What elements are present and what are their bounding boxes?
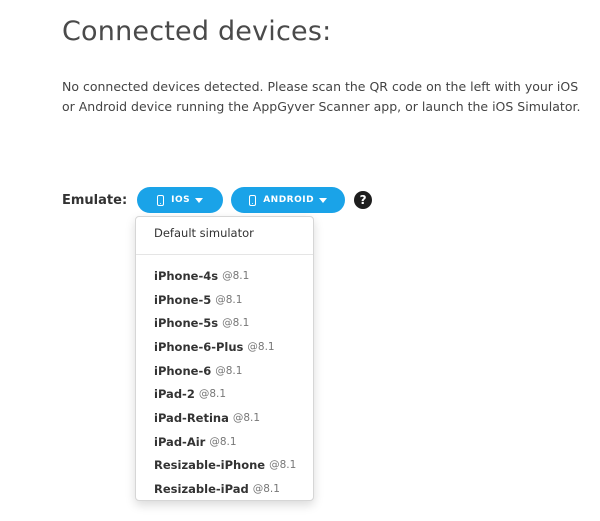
device-name: iPad-Air — [154, 434, 206, 449]
device-name: Resizable-iPad — [154, 482, 249, 497]
device-list: iPhone-4s @8.1 iPhone-5 @8.1 iPhone-5s @… — [154, 264, 296, 501]
page: Connected devices: No connected devices … — [0, 0, 600, 521]
dropdown-item-device[interactable]: iPhone-6-Plus @8.1 — [154, 335, 296, 359]
caret-down-icon — [195, 197, 204, 203]
device-name: iPhone-6 — [154, 363, 212, 378]
phone-icon — [157, 194, 165, 206]
phone-icon — [249, 194, 257, 206]
dropdown-item-default-simulator[interactable]: Default simulator — [154, 226, 254, 240]
device-name: iPhone-5 — [154, 292, 212, 307]
device-name: Resizable-iPhone — [154, 458, 266, 473]
ios-emulate-button[interactable]: IOS — [137, 187, 224, 213]
device-version: @8.1 — [252, 483, 280, 496]
dropdown-item-device[interactable]: Resizable-iPhone @8.1 — [154, 454, 296, 478]
android-button-label: ANDROID — [263, 195, 315, 205]
device-version: @8.1 — [222, 269, 250, 282]
help-icon[interactable]: ? — [354, 191, 373, 209]
dropdown-item-device[interactable]: iPhone-5 @8.1 — [154, 288, 296, 312]
caret-down-icon — [319, 197, 328, 203]
dropdown-item-device[interactable]: iPad-Retina @8.1 — [154, 406, 296, 430]
ios-simulator-dropdown: Default simulator iPhone-4s @8.1 iPhone-… — [135, 216, 314, 501]
device-version: @8.1 — [222, 317, 250, 330]
device-name: iPad-Retina — [154, 410, 229, 425]
ios-button-label: IOS — [171, 195, 191, 205]
no-devices-message: No connected devices detected. Please sc… — [62, 79, 581, 114]
dropdown-divider — [136, 254, 313, 255]
device-version: @8.1 — [215, 364, 243, 377]
dropdown-item-device[interactable]: Resizable-iPad @8.1 — [154, 477, 296, 501]
device-version: @8.1 — [198, 388, 227, 401]
device-name: iPhone-6-Plus — [154, 339, 244, 354]
dropdown-item-device[interactable]: iPad-Air @8.1 — [154, 430, 296, 454]
device-name: iPhone-4s — [154, 268, 219, 283]
device-version: @8.1 — [209, 435, 237, 448]
emulate-label: Emulate: — [62, 192, 128, 208]
dropdown-item-device[interactable]: iPhone-6 @8.1 — [154, 359, 296, 383]
device-name: iPad-2 — [154, 387, 195, 402]
device-version: @8.1 — [247, 340, 275, 353]
device-version: @8.1 — [269, 459, 297, 472]
dropdown-item-device[interactable]: iPhone-4s @8.1 — [154, 264, 296, 288]
emulate-row: Emulate: IOS ANDROID ? — [62, 186, 373, 214]
dropdown-item-device[interactable]: iPhone-5s @8.1 — [154, 311, 296, 335]
page-title: Connected devices: — [62, 16, 332, 47]
device-name: iPhone-5s — [154, 316, 219, 331]
device-version: @8.1 — [215, 293, 243, 306]
device-version: @8.1 — [232, 411, 261, 424]
dropdown-item-device[interactable]: iPad-2 @8.1 — [154, 382, 296, 406]
android-emulate-button[interactable]: ANDROID — [231, 187, 346, 213]
